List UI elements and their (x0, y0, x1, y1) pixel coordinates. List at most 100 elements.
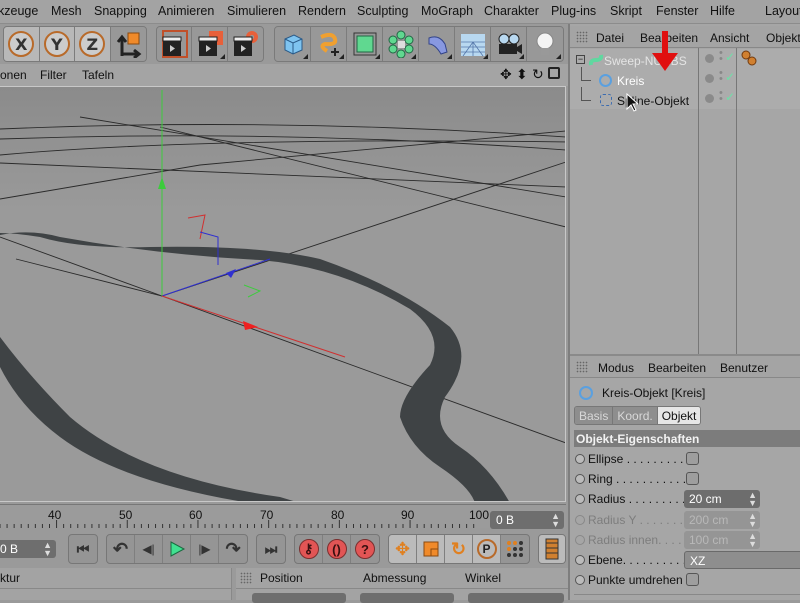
menu-simulieren[interactable]: Simulieren (227, 4, 286, 18)
material-tag-icon[interactable] (741, 50, 757, 66)
keyframe-selection-button[interactable]: ? (351, 535, 379, 563)
menu-hilfe[interactable]: Hilfe (710, 4, 735, 18)
grip-icon[interactable] (240, 572, 252, 584)
enabled-check-icon[interactable]: ✓ (725, 50, 735, 64)
grip-icon[interactable] (576, 31, 588, 43)
add-light-button[interactable] (527, 27, 563, 61)
render-view-button[interactable] (157, 27, 193, 61)
move-view-icon[interactable]: ✥ (500, 66, 512, 83)
tree-item-kreis[interactable]: Kreis (572, 67, 700, 91)
viewport-menu-filter[interactable]: Filter (40, 68, 67, 82)
menu-werkzeuge[interactable]: kzeuge (0, 4, 38, 18)
menu-mograph[interactable]: MoGraph (421, 4, 473, 18)
coordinate-system-button[interactable] (110, 27, 146, 61)
visibility-dot-icon[interactable] (705, 94, 714, 103)
tree-item-sweep-nurbs[interactable]: − Sweep-NURBS (572, 51, 700, 71)
record-key-button[interactable]: ⚷ (295, 535, 323, 563)
visibility-dot-icon[interactable] (705, 74, 714, 83)
tab-basis[interactable]: Basis (575, 407, 614, 424)
enabled-check-icon[interactable]: ✓ (725, 70, 735, 84)
next-key-button[interactable]: ↷ (219, 535, 247, 563)
punkte-umdrehen-checkbox[interactable] (686, 573, 699, 586)
render-settings-button[interactable] (227, 27, 263, 61)
render-region-button[interactable] (192, 27, 228, 61)
menu-rendern[interactable]: Rendern (298, 4, 346, 18)
tab-objekt[interactable]: Objekt (657, 407, 701, 424)
current-frame-field[interactable]: 0 B ▲ ▼ (0, 540, 56, 558)
autokey-button[interactable]: () (323, 535, 351, 563)
angle-h-field[interactable] (468, 593, 564, 603)
y-axis-handle[interactable] (158, 177, 166, 189)
menu-fenster[interactable]: Fenster (656, 4, 698, 18)
add-spline-button[interactable] (311, 27, 347, 61)
am-menu-modus[interactable]: Modus (598, 361, 634, 375)
object-title: Kreis-Objekt [Kreis] (602, 386, 706, 400)
viewport-menu-tafeln[interactable]: Tafeln (82, 68, 114, 82)
menu-skript[interactable]: Skript (610, 4, 642, 18)
size-x-field[interactable] (360, 593, 454, 603)
go-to-end-button[interactable]: ⏭ (257, 535, 285, 563)
tab-koord[interactable]: Koord. (613, 407, 658, 424)
menu-layout[interactable]: Layout (765, 4, 800, 18)
end-frame-field[interactable]: 0 B ▲ ▼ (490, 511, 564, 529)
x-axis-handle[interactable] (243, 321, 258, 330)
om-menu-ansicht[interactable]: Ansicht (710, 31, 749, 45)
am-menu-benutzer[interactable]: Benutzer (720, 361, 768, 375)
position-x-field[interactable] (252, 593, 346, 603)
scale-key-button[interactable] (417, 535, 445, 563)
add-scene-button[interactable] (455, 27, 491, 61)
menu-mesh[interactable]: Mesh (51, 4, 82, 18)
circle-spline-icon (579, 386, 593, 400)
menu-animieren[interactable]: Animieren (158, 4, 214, 18)
film-strip-icon (545, 538, 559, 560)
radius-field[interactable]: 20 cm ▲ ▼ (684, 490, 760, 508)
y-axis-icon: Y (43, 31, 70, 57)
add-deformer-button[interactable] (419, 27, 455, 61)
animate-radio[interactable] (575, 555, 585, 565)
add-subdivision-button[interactable] (347, 27, 383, 61)
play-button[interactable] (163, 535, 191, 563)
rotate-view-icon[interactable]: ↻ (532, 66, 544, 83)
ellipse-checkbox[interactable] (686, 452, 699, 465)
3d-viewport[interactable] (0, 86, 566, 502)
grip-icon[interactable] (576, 361, 588, 373)
position-key-button[interactable]: ✥ (389, 535, 417, 563)
om-menu-datei[interactable]: Datei (596, 31, 624, 45)
collapse-icon[interactable]: − (576, 55, 585, 64)
lock-z-button[interactable]: Z (75, 27, 111, 61)
parameter-key-button[interactable]: P (473, 535, 501, 563)
ebene-select[interactable]: XZ (684, 551, 800, 569)
viewport-menu-optionen[interactable]: onen (0, 68, 27, 82)
add-cube-button[interactable] (275, 27, 311, 61)
add-mograph-button[interactable] (383, 27, 419, 61)
menu-sculpting[interactable]: Sculpting (357, 4, 408, 18)
animate-radio[interactable] (575, 494, 585, 504)
rotation-key-button[interactable]: ↻ (445, 535, 473, 563)
z-axis-handle[interactable] (226, 269, 236, 278)
zoom-view-icon[interactable]: ⬍ (516, 66, 528, 83)
go-to-start-button[interactable]: ⏮ (69, 535, 97, 563)
timeline-window-button[interactable] (539, 535, 565, 563)
menu-charakter[interactable]: Charakter (484, 4, 539, 18)
lock-x-button[interactable]: X (4, 27, 40, 61)
enabled-check-icon[interactable]: ✓ (725, 90, 735, 104)
om-menu-objekte[interactable]: Objekte (766, 31, 800, 45)
menu-snapping[interactable]: Snapping (94, 4, 147, 18)
previous-frame-button[interactable]: ◀| (135, 535, 163, 563)
animate-radio[interactable] (575, 575, 585, 585)
visibility-dot-icon[interactable] (705, 54, 714, 63)
lock-y-button[interactable]: Y (39, 27, 75, 61)
ring-checkbox[interactable] (686, 472, 699, 485)
animate-radio[interactable] (575, 454, 585, 464)
am-menu-bearbeiten[interactable]: Bearbeiten (648, 361, 706, 375)
timeline-ruler[interactable]: 40 50 60 70 80 90 100 (0, 504, 566, 528)
menu-plugins[interactable]: Plug-ins (551, 4, 596, 18)
render-settings-icon (233, 31, 259, 56)
add-camera-button[interactable] (491, 27, 527, 61)
next-frame-button[interactable]: |▶ (191, 535, 219, 563)
point-level-key-button[interactable] (501, 535, 529, 563)
animate-radio[interactable] (575, 474, 585, 484)
previous-key-button[interactable]: ↶ (107, 535, 135, 563)
section-header: Objekt-Eigenschaften (574, 430, 800, 447)
maximize-view-icon[interactable] (548, 67, 560, 79)
